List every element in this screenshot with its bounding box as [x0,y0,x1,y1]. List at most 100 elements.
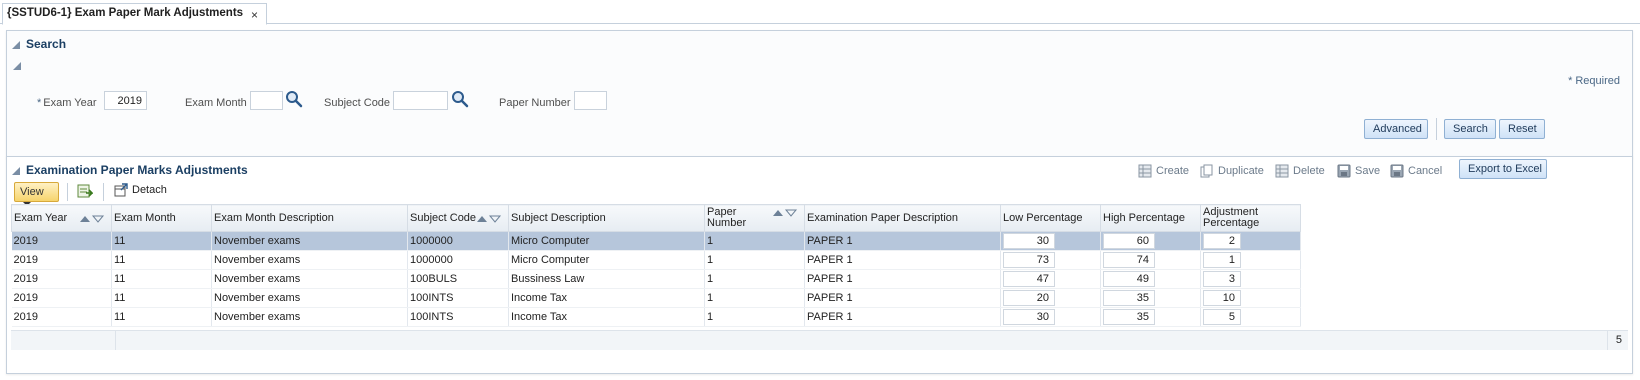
search-panel: Search *Required *Exam Year Exam Month S… [6,30,1633,158]
exam-month-input[interactable] [250,91,283,110]
cell-subject-description: Micro Computer [508,231,705,251]
tab-title: {SSTUD6-1} Exam Paper Mark Adjustments [7,7,244,19]
search-header[interactable]: Search [12,37,66,51]
duplicate-icon [1200,164,1213,178]
table-row[interactable]: 2019 11 November exams 100BULS Bussiness… [11,269,1301,289]
exam-month-label: Exam Month [185,97,247,109]
col-paper-number[interactable]: Paper Number [704,204,805,232]
cell-high-percentage: 74 [1100,250,1201,270]
col-subject-description[interactable]: Subject Description [508,204,705,232]
col-subject-code-label: Subject Code [410,211,477,224]
cell-low-percentage: 30 [1000,231,1101,251]
adjustment-percentage-input[interactable]: 1 [1203,252,1241,268]
collapse-triangle-icon[interactable] [12,40,20,49]
cell-subject-description: Income Tax [508,288,705,308]
required-label: Required [1575,75,1620,87]
cell-exam-month: 11 [111,250,212,270]
search-button[interactable]: Search [1444,119,1496,139]
low-percentage-input[interactable]: 20 [1003,290,1055,306]
low-percentage-input[interactable]: 30 [1003,233,1055,249]
close-icon[interactable]: × [251,8,258,22]
search-icon[interactable] [285,90,303,108]
detach-icon [114,183,128,197]
high-percentage-input[interactable]: 35 [1103,290,1155,306]
export-to-excel-button[interactable]: Export to Excel [1459,159,1547,179]
low-percentage-input[interactable]: 47 [1003,271,1055,287]
duplicate-button[interactable]: Duplicate [1200,164,1264,178]
search-icon[interactable] [451,90,469,108]
paper-number-label: Paper Number [499,97,571,109]
cell-adjustment-percentage: 5 [1200,307,1301,327]
low-percentage-input[interactable]: 30 [1003,309,1055,325]
adjustment-percentage-input[interactable]: 5 [1203,309,1241,325]
table-row[interactable]: 2019 11 November exams 100INTS Income Ta… [11,307,1301,327]
table-row[interactable]: 2019 11 November exams 1000000 Micro Com… [11,231,1301,251]
save-button[interactable]: Save [1337,164,1380,178]
low-percentage-input[interactable]: 73 [1003,252,1055,268]
cell-high-percentage: 35 [1100,288,1201,308]
collapse-triangle-icon[interactable] [12,166,20,175]
export-rows-icon[interactable] [77,183,93,199]
view-menu-button[interactable]: View [14,182,59,207]
toolbar-separator [67,183,68,201]
detach-button[interactable]: Detach [114,183,167,197]
sort-icon[interactable] [476,214,502,223]
high-percentage-input[interactable]: 74 [1103,252,1155,268]
col-high-percentage[interactable]: High Percentage [1100,204,1201,232]
toolbar-separator [103,183,104,201]
table-row[interactable]: 2019 11 November exams 100INTS Income Ta… [11,288,1301,308]
cancel-button[interactable]: Cancel [1390,164,1442,178]
results-header[interactable]: Examination Paper Marks Adjustments [12,163,248,177]
cell-exam-year: 2019 [11,269,112,289]
cell-exam-month-description: November exams [211,307,408,327]
cell-subject-description: Micro Computer [508,250,705,270]
cell-exam-paper-description: PAPER 1 [804,307,1001,327]
cell-exam-year: 2019 [11,250,112,270]
col-adjustment-label-2: Percentage [1203,217,1260,229]
cell-exam-month: 11 [111,269,212,289]
col-subject-code[interactable]: Subject Code [407,204,509,232]
cell-exam-year: 2019 [11,288,112,308]
col-exam-month-description[interactable]: Exam Month Description [211,204,408,232]
cell-exam-month-description: November exams [211,250,408,270]
delete-button[interactable]: Delete [1275,164,1325,178]
col-exam-paper-description[interactable]: Examination Paper Description [804,204,1001,232]
required-star: * [37,97,42,109]
cell-subject-description: Bussiness Law [508,269,705,289]
cell-exam-month: 11 [111,231,212,251]
col-exam-month[interactable]: Exam Month [111,204,212,232]
create-button[interactable]: Create [1138,164,1189,178]
table-row[interactable]: 2019 11 November exams 1000000 Micro Com… [11,250,1301,270]
tab-exam-paper-mark-adjustments[interactable]: {SSTUD6-1} Exam Paper Mark Adjustments × [2,3,267,25]
subject-code-label: Subject Code [324,97,391,109]
adjustment-percentage-input[interactable]: 2 [1203,233,1241,249]
duplicate-label: Duplicate [1218,165,1264,177]
cell-adjustment-percentage: 10 [1200,288,1301,308]
high-percentage-input[interactable]: 49 [1103,271,1155,287]
adjustment-percentage-input[interactable]: 3 [1203,271,1241,287]
reset-button[interactable]: Reset [1499,119,1545,139]
subject-code-input[interactable] [393,91,448,110]
cell-low-percentage: 73 [1000,250,1101,270]
sort-icon[interactable] [79,214,105,223]
paper-number-input[interactable] [574,91,607,110]
exam-year-input[interactable] [104,91,147,110]
col-exam-year[interactable]: Exam Year [11,204,112,232]
high-percentage-input[interactable]: 60 [1103,233,1155,249]
save-label: Save [1355,165,1381,177]
cell-exam-month-description: November exams [211,231,408,251]
sort-icon[interactable] [772,208,798,217]
cell-exam-year: 2019 [11,307,112,327]
results-grid: Exam Year Exam Month Exam Month Descript… [11,204,1628,372]
cell-subject-code: 1000000 [407,250,509,270]
high-percentage-input[interactable]: 35 [1103,309,1155,325]
col-low-percentage[interactable]: Low Percentage [1000,204,1101,232]
required-star: * [1568,75,1573,87]
tab-strip: {SSTUD6-1} Exam Paper Mark Adjustments × [0,0,1640,25]
cell-subject-code: 100INTS [407,307,509,327]
col-adjustment-percentage[interactable]: Adjustment Percentage [1200,204,1301,232]
cell-subject-code: 100BULS [407,269,509,289]
advanced-button[interactable]: Advanced [1364,119,1428,139]
expand-triangle-icon[interactable] [13,62,21,70]
adjustment-percentage-input[interactable]: 10 [1203,290,1241,306]
